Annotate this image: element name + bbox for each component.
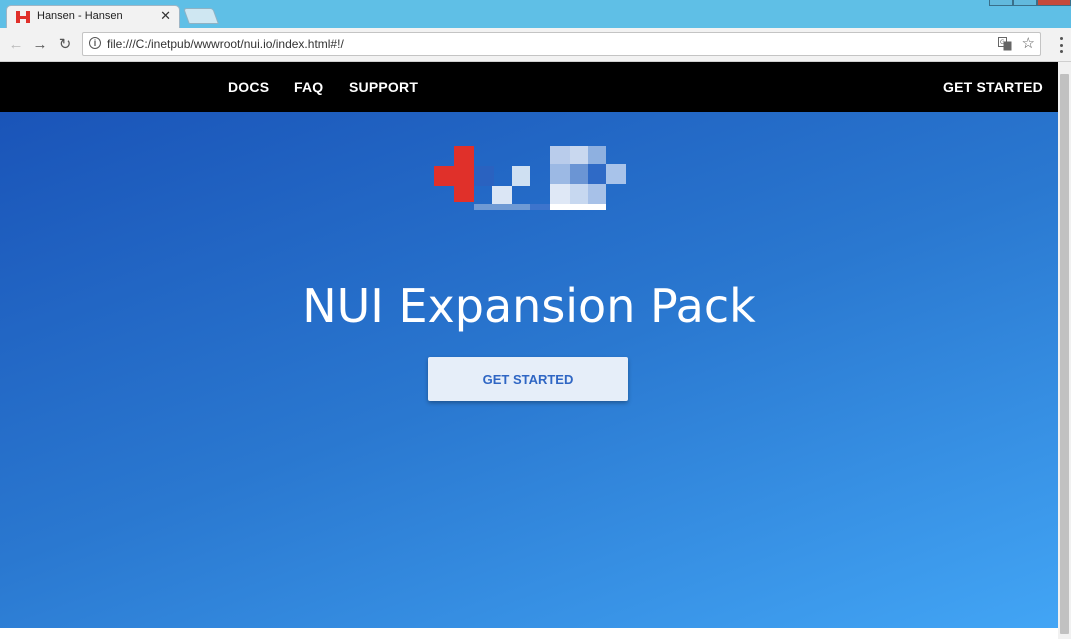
vertical-scrollbar[interactable] (1058, 62, 1071, 639)
window-controls (989, 0, 1071, 6)
browser-tab[interactable]: Hansen - Hansen ✕ (6, 5, 180, 28)
info-icon[interactable]: i (89, 37, 101, 49)
browser-titlebar: Hansen - Hansen ✕ (0, 0, 1071, 28)
reload-icon[interactable]: ↻ (55, 34, 75, 54)
forward-arrow-icon[interactable]: → (30, 34, 50, 54)
nav-link-get-started[interactable]: GET STARTED (943, 79, 1043, 95)
bookmark-star-icon[interactable]: ☆ (1022, 34, 1035, 52)
address-bar[interactable]: i file:///C:/inetpub/wwwroot/nui.io/inde… (82, 32, 1041, 56)
nav-link-support[interactable]: SUPPORT (349, 79, 418, 95)
hero-section: NUI Expansion Pack GET STARTED (0, 112, 1058, 628)
nav-link-docs[interactable]: DOCS (228, 79, 269, 95)
tab-title: Hansen - Hansen (37, 10, 123, 22)
page-viewport: DOCS FAQ SUPPORT GET STARTED NUI Expansi… (0, 62, 1058, 639)
minimize-button[interactable] (989, 0, 1013, 6)
tab-close-icon[interactable]: ✕ (160, 8, 171, 24)
svg-text:G: G (1000, 39, 1005, 46)
hansen-favicon-icon (16, 11, 30, 23)
maximize-button[interactable] (1013, 0, 1037, 6)
url-text[interactable]: file:///C:/inetpub/wwwroot/nui.io/index.… (107, 37, 344, 51)
site-navbar: DOCS FAQ SUPPORT GET STARTED (0, 62, 1058, 112)
nav-link-faq[interactable]: FAQ (294, 79, 323, 95)
new-tab-button[interactable] (183, 8, 219, 24)
window-close-button[interactable] (1037, 0, 1071, 6)
back-arrow-icon[interactable]: ← (6, 34, 26, 54)
hero-title: NUI Expansion Pack (302, 278, 756, 333)
browser-toolbar: ← → ↻ i file:///C:/inetpub/wwwroot/nui.i… (0, 28, 1071, 62)
scrollbar-thumb[interactable] (1060, 74, 1069, 634)
translate-icon[interactable]: G (998, 37, 1012, 51)
hero-get-started-button[interactable]: GET STARTED (428, 357, 628, 401)
browser-menu-icon[interactable] (1059, 37, 1063, 53)
hansen-logo-icon (434, 146, 626, 210)
